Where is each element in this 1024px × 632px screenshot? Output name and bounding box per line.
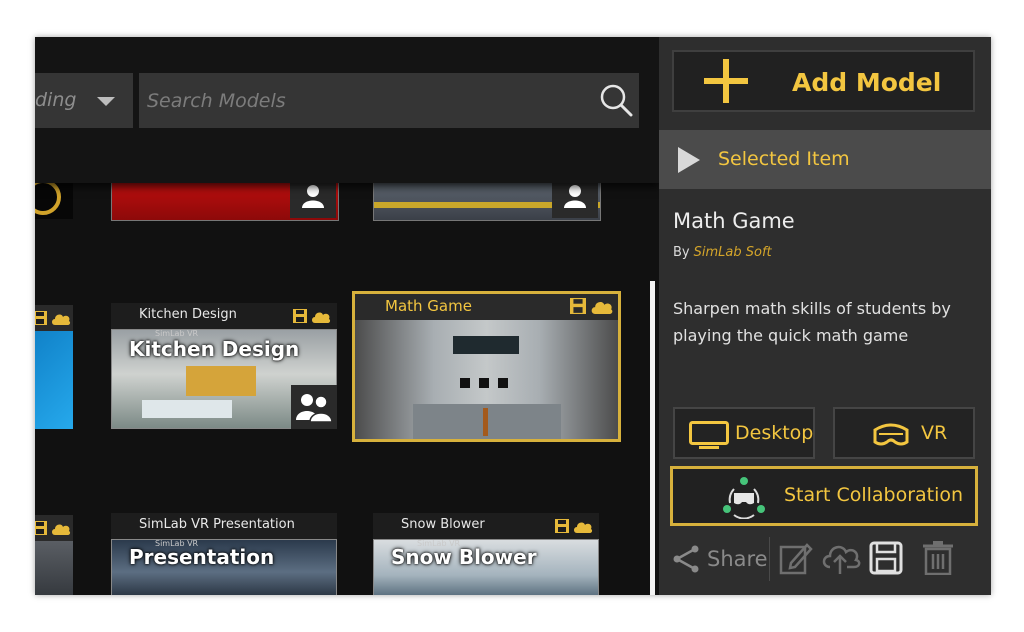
- single-user-icon: [302, 185, 324, 208]
- collaboration-label: Start Collaboration: [784, 484, 964, 506]
- model-description: Sharpen math skills of students by playi…: [673, 299, 951, 345]
- save-icon[interactable]: [869, 541, 903, 575]
- overlay-title: Snow Blower: [391, 545, 537, 569]
- cloud-icon: [52, 314, 71, 325]
- chevron-down-icon: [97, 97, 115, 106]
- user-badge: [291, 385, 337, 429]
- model-tile-partial-left-2[interactable]: [35, 515, 73, 595]
- model-title: Math Game: [673, 209, 795, 233]
- share-button[interactable]: Share: [673, 541, 768, 577]
- save-icon: [292, 309, 307, 323]
- save-icon: [554, 519, 569, 533]
- model-name: Snow Blower: [401, 517, 485, 532]
- author-link[interactable]: SimLab Soft: [694, 245, 772, 260]
- by-label: By: [673, 245, 690, 260]
- thumbnail: [35, 541, 73, 595]
- single-user-icon: [564, 185, 586, 208]
- tile-badges: [35, 311, 71, 327]
- model-tile-presentation[interactable]: SimLab VR Presentation SimLab VR Present…: [111, 513, 337, 595]
- play-triangle-icon: [678, 147, 700, 173]
- toolbar-divider: [769, 537, 770, 581]
- model-name: Kitchen Design: [139, 307, 237, 322]
- selected-item-header[interactable]: Selected Item: [659, 130, 991, 189]
- app-window: ding Kitchen Design: [35, 37, 991, 595]
- model-name: Math Game: [385, 297, 472, 315]
- trash-icon[interactable]: [923, 541, 953, 575]
- tile-badges: [554, 519, 593, 535]
- add-model-label: Add Model: [792, 68, 942, 97]
- model-browser: ding Kitchen Design: [35, 37, 659, 595]
- save-icon: [569, 298, 586, 314]
- search-input[interactable]: [145, 87, 589, 115]
- scrollbar[interactable]: [650, 281, 655, 595]
- model-tile-partial-left[interactable]: [35, 305, 73, 429]
- save-icon: [35, 311, 47, 325]
- tile-badges: [35, 521, 71, 537]
- start-collaboration-button[interactable]: Start Collaboration: [670, 466, 978, 526]
- share-label: Share: [707, 547, 768, 571]
- detail-panel: Add Model Selected Item Math Game By SimL…: [659, 37, 991, 595]
- vr-headset-icon: [873, 423, 909, 446]
- share-icon: [673, 545, 699, 573]
- model-tile-math-game[interactable]: Math Game: [352, 291, 621, 442]
- sort-dropdown[interactable]: ding: [35, 73, 133, 128]
- search-box[interactable]: [139, 73, 639, 128]
- save-icon: [35, 521, 47, 535]
- sort-label: ding: [35, 89, 77, 111]
- multi-user-icon: [296, 394, 332, 422]
- collaboration-icon: [723, 477, 765, 519]
- selected-item-label: Selected Item: [718, 148, 850, 170]
- cloud-icon: [312, 312, 331, 323]
- model-name: SimLab VR Presentation: [139, 517, 295, 532]
- model-byline: By SimLab Soft: [673, 245, 772, 260]
- thumbnail: [355, 320, 618, 439]
- tile-badges: [569, 298, 614, 314]
- desktop-button[interactable]: Desktop: [673, 407, 815, 459]
- vr-button[interactable]: VR: [833, 407, 975, 459]
- thumbnail: [35, 331, 73, 429]
- edit-icon[interactable]: [779, 541, 813, 575]
- model-tile-kitchen[interactable]: Kitchen Design SimLab VR Kitchen Design: [111, 303, 337, 429]
- monitor-icon: [689, 421, 729, 449]
- overlay-title: Presentation: [129, 545, 275, 569]
- add-model-button[interactable]: Add Model: [672, 50, 975, 112]
- desktop-label: Desktop: [735, 422, 814, 444]
- cloud-icon: [52, 524, 71, 535]
- cloud-upload-icon[interactable]: [821, 541, 861, 575]
- overlay-title: Kitchen Design: [129, 337, 300, 361]
- tile-badges: [292, 309, 331, 325]
- search-icon[interactable]: [599, 83, 633, 117]
- cloud-icon: [574, 522, 593, 533]
- vr-label: VR: [921, 422, 948, 444]
- browser-header: ding: [35, 37, 659, 183]
- action-toolbar: Share: [673, 537, 983, 582]
- plus-icon: [704, 59, 748, 103]
- cloud-icon: [591, 302, 613, 314]
- model-tile-snow-blower[interactable]: Snow Blower SimLab VR Snow Blower: [373, 513, 599, 595]
